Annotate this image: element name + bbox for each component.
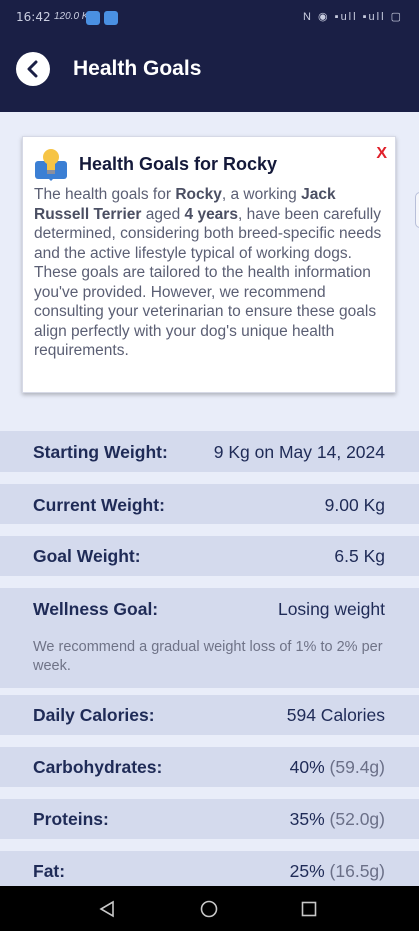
carbohydrates-value: 40% (59.4g) — [290, 757, 385, 778]
starting-weight-row: Starting Weight: 9 Kg on May 14, 2024 — [0, 431, 419, 472]
triangle-back-icon[interactable] — [99, 900, 115, 918]
body-text: The health goals for — [34, 186, 176, 203]
starting-weight-label: Starting Weight: — [33, 442, 168, 462]
status-icons: N ◉ ▪ull ▪ull ▢ — [303, 11, 403, 23]
side-tab-handle[interactable] — [415, 192, 419, 228]
square-recents-icon[interactable] — [301, 901, 317, 917]
starting-weight-value: 9 Kg on May 14, 2024 — [213, 442, 385, 462]
daily-calories-value: 594 Calories — [286, 705, 385, 725]
close-button[interactable]: X — [376, 145, 387, 163]
status-bar: 16:42 120.0 K/s N ◉ ▪ull ▪ull ▢ — [0, 0, 419, 36]
proteins-row: Proteins: 35% (52.0g) — [0, 799, 419, 839]
page-title: Health Goals — [73, 57, 202, 80]
body-text: aged — [141, 205, 185, 223]
fat-grams: (16.5g) — [329, 861, 385, 881]
proteins-grams: (52.0g) — [329, 809, 385, 829]
current-weight-value: 9.00 Kg — [324, 495, 385, 515]
status-time: 16:42 — [16, 10, 51, 24]
health-goals-content[interactable]: Health Goals for Rocky X The health goal… — [0, 112, 419, 886]
circle-home-icon[interactable] — [200, 900, 218, 918]
goal-weight-value: 6.5 Kg — [334, 546, 385, 566]
info-card-title: Health Goals for Rocky — [79, 154, 278, 174]
current-weight-row: Current Weight: 9.00 Kg — [0, 484, 419, 524]
wellness-goal-value: Losing weight — [277, 599, 385, 619]
carbohydrates-grams: (59.4g) — [329, 757, 385, 777]
fat-percent: 25% — [289, 861, 325, 881]
carbohydrates-percent: 40% — [289, 757, 325, 777]
dog-name: Rocky — [175, 186, 222, 203]
goal-weight-label: Goal Weight: — [33, 546, 141, 566]
wellness-goal-row: Wellness Goal: Losing weight We recommen… — [0, 588, 419, 688]
info-card: Health Goals for Rocky X The health goal… — [22, 136, 396, 393]
carbohydrates-label: Carbohydrates: — [33, 757, 163, 777]
lightbulb-icon — [35, 149, 67, 181]
system-nav-bar — [0, 886, 419, 931]
daily-calories-row: Daily Calories: 594 Calories — [0, 695, 419, 735]
carbohydrates-row: Carbohydrates: 40% (59.4g) — [0, 747, 419, 787]
proteins-value: 35% (52.0g) — [290, 809, 385, 830]
dog-age: 4 years — [184, 205, 238, 223]
body-text: , a working — [221, 186, 302, 203]
wellness-goal-note: We recommend a gradual weight loss of 1%… — [33, 639, 383, 674]
fat-row: Fat: 25% (16.5g) — [0, 851, 419, 886]
current-weight-label: Current Weight: — [33, 495, 165, 515]
info-card-body: The health goals for Rocky, a working Ja… — [34, 185, 390, 361]
goal-weight-row: Goal Weight: 6.5 Kg — [0, 536, 419, 576]
body-text: , have been carefully determined, consid… — [34, 205, 382, 360]
chevron-left-icon — [27, 60, 38, 78]
upload-icon — [86, 11, 100, 25]
app-notification-icon — [104, 11, 118, 25]
app-bar: Health Goals — [0, 36, 419, 112]
daily-calories-label: Daily Calories: — [33, 705, 155, 725]
fat-value: 25% (16.5g) — [290, 861, 385, 882]
proteins-percent: 35% — [289, 809, 325, 829]
back-button[interactable] — [16, 52, 50, 86]
proteins-label: Proteins: — [33, 809, 109, 829]
wellness-goal-label: Wellness Goal: — [33, 599, 159, 619]
fat-label: Fat: — [33, 861, 66, 881]
